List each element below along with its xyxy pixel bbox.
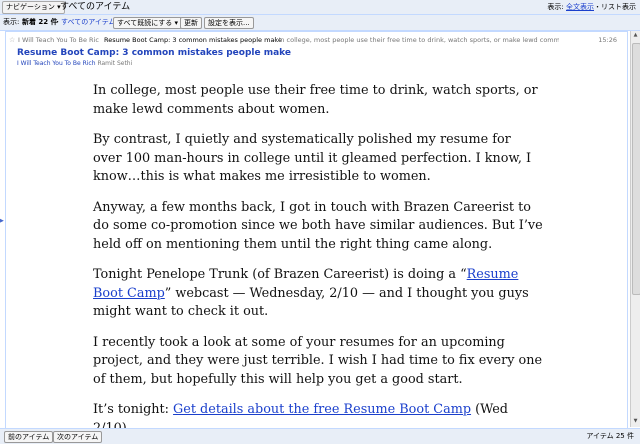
article-paragraph: Tonight Penelope Trunk (of Brazen Career…	[93, 266, 543, 322]
article-byline: I Will Teach You To Be Rich Ramit Sethi	[17, 60, 132, 67]
top-toolbar: ナビゲーション ▾ すべてのアイテム 表示: 全文表示・リスト表示	[0, 0, 640, 15]
entries-pane: ☆ I Will Teach You To Be Ric Resume Boot…	[5, 31, 628, 429]
article-title[interactable]: Resume Boot Camp: 3 common mistakes peop…	[17, 48, 291, 58]
article-paragraph: I recently took a look at some of your r…	[93, 334, 543, 387]
expand-sidebar-icon[interactable]: ▶	[0, 218, 4, 224]
article-paragraph: By contrast, I quietly and systematicall…	[93, 132, 532, 184]
article-body: In college, most people use their free t…	[93, 82, 543, 428]
article-paragraph: In college, most people use their free t…	[93, 83, 538, 117]
mark-all-read-button[interactable]: すべて既読にする ▾	[113, 17, 183, 29]
view-label: 表示:	[547, 3, 564, 11]
feed-settings-button[interactable]: 設定を表示...	[204, 17, 254, 29]
all-items-filter[interactable]: すべてのアイテム	[61, 15, 116, 30]
item-count: アイテム 25 件	[586, 432, 634, 440]
scrollbar[interactable]: ▲ ▼	[630, 31, 640, 427]
item-title: Resume Boot Camp: 3 common mistakes peop…	[104, 36, 282, 44]
article-paragraph: It’s tonight: Get details about the free…	[93, 401, 543, 428]
paragraph-text: Tonight Penelope Trunk (of Brazen Career…	[93, 267, 467, 282]
item-snippet: - In college, most people use their free…	[274, 36, 559, 44]
filter-toolbar: 表示: 新着 22 件 ・ すべてのアイテム すべて既読にする ▾ 更新 設定を…	[0, 15, 640, 31]
item-source: I Will Teach You To Be Ric	[18, 36, 99, 44]
scroll-up-icon[interactable]: ▲	[632, 32, 639, 40]
next-item-button[interactable]: 次のアイテム	[53, 431, 103, 443]
navigation-button[interactable]: ナビゲーション ▾	[2, 1, 65, 14]
refresh-button[interactable]: 更新	[180, 17, 202, 29]
list-view-link[interactable]: ・リスト表示	[594, 3, 636, 11]
new-items-filter[interactable]: 新着 22 件	[22, 15, 58, 30]
item-time: 15:26	[598, 36, 617, 44]
filter-separator: ・	[54, 18, 61, 26]
view-switcher: 表示: 全文表示・リスト表示	[547, 0, 636, 14]
scroll-down-icon[interactable]: ▼	[632, 418, 639, 426]
expanded-view-link[interactable]: 全文表示	[566, 3, 594, 11]
article-source-link[interactable]: I Will Teach You To Be Rich	[17, 60, 96, 67]
event-details-link[interactable]: Get details about the free Resume Boot C…	[173, 402, 471, 417]
page-title: すべてのアイテム	[60, 2, 131, 12]
star-icon[interactable]: ☆	[9, 35, 15, 45]
article-author: Ramit Sethi	[95, 60, 133, 67]
show-label: 表示:	[3, 18, 20, 26]
scrollbar-thumb[interactable]	[632, 43, 640, 295]
previous-item-button[interactable]: 前のアイテム	[4, 431, 54, 443]
bottom-toolbar: 前のアイテム 次のアイテム アイテム 25 件	[0, 428, 640, 444]
article-paragraph: Anyway, a few months back, I got in touc…	[93, 199, 543, 252]
list-item[interactable]: ☆ I Will Teach You To Be Ric Resume Boot…	[6, 35, 627, 45]
paragraph-text: It’s tonight:	[93, 402, 174, 417]
